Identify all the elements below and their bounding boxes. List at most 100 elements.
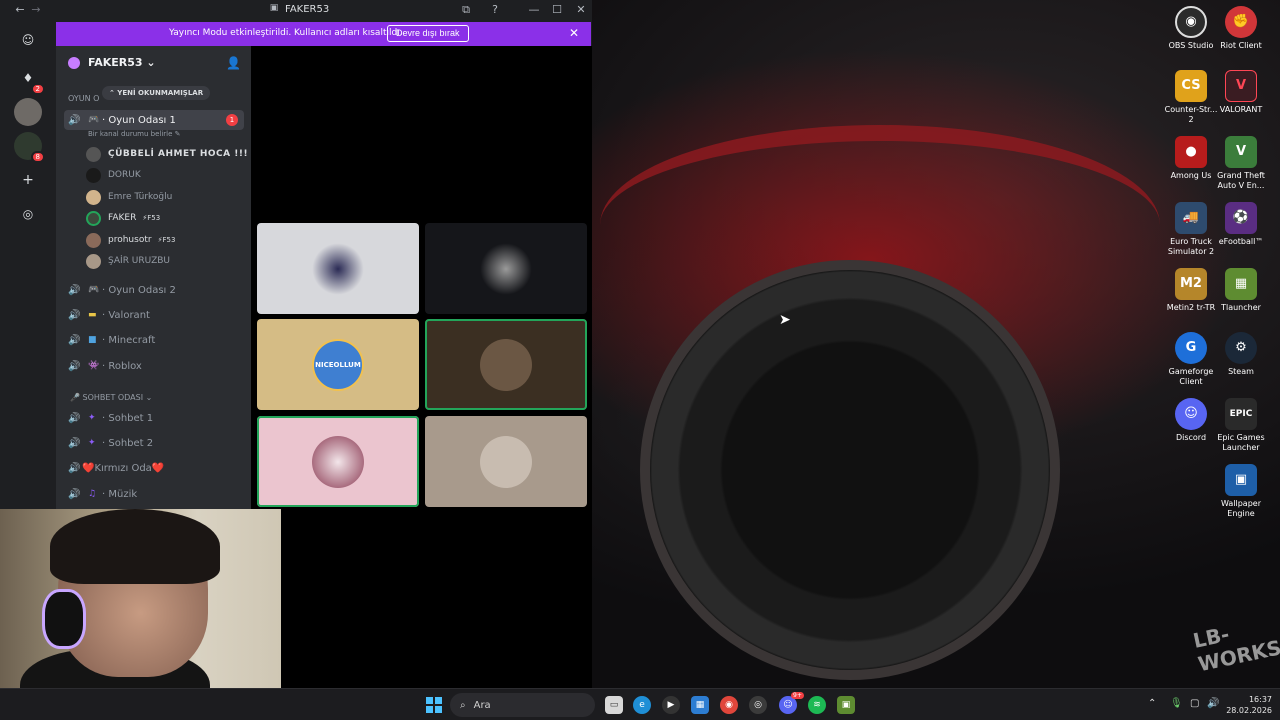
riot-icon: ✊ xyxy=(1225,6,1257,38)
server-icon xyxy=(68,57,80,69)
desktop-icon-wallpaper-engine[interactable]: ▣ Wallpaper Engine xyxy=(1212,464,1270,519)
back-arrow-icon[interactable]: ← xyxy=(12,3,28,16)
channel-roblox[interactable]: 🔊 👾 · Roblox xyxy=(64,356,244,376)
participant-tile[interactable] xyxy=(257,223,419,314)
tray-chevron-icon[interactable]: ⌃ xyxy=(1148,698,1156,709)
epic-icon: EPIC xyxy=(1225,398,1257,430)
search-icon: ⌕ xyxy=(460,699,466,711)
channel-sohbet-1[interactable]: 🔊 ✦ · Sohbet 1 xyxy=(64,408,244,428)
desktop-icon-gta[interactable]: V Grand Theft Auto V En... xyxy=(1212,136,1270,191)
mouse-cursor-icon: ➤ xyxy=(779,312,791,328)
participant-avatar xyxy=(312,435,364,488)
microphone-icon[interactable]: 🎙 xyxy=(1170,698,1183,709)
participant-avatar: NICEOLLUM xyxy=(312,338,364,391)
channel-label: Oyun Odası 1 xyxy=(108,114,176,126)
explore-icon[interactable]: ◎ xyxy=(14,200,42,228)
cube-icon: ■ xyxy=(88,335,97,345)
dm-badge: 2 xyxy=(30,83,45,95)
disable-streamer-mode-button[interactable]: Devre dışı bırak xyxy=(387,25,469,42)
sparkle-icon: ✦ xyxy=(88,413,96,423)
channel-oyun-odasi-2[interactable]: 🔊 🎮 · Oyun Odası 2 xyxy=(64,280,244,300)
desktop-icon-tlauncher[interactable]: ▦ Tlauncher xyxy=(1212,268,1270,313)
discord-home-icon[interactable]: ☺ xyxy=(14,26,42,54)
add-server-icon[interactable]: + xyxy=(14,166,42,194)
game-controller-icon: 🎮 xyxy=(88,115,100,125)
media-player-icon[interactable]: ▶ xyxy=(662,696,680,714)
participant-tile-speaking[interactable] xyxy=(425,319,587,410)
channel-muzik[interactable]: 🔊 ♫ · Müzik xyxy=(64,484,244,504)
taskbar-search[interactable]: ⌕ Ara xyxy=(450,693,595,717)
voice-call-stage: NICEOLLUM xyxy=(251,46,592,509)
speaker-icon: 🔊 xyxy=(68,360,81,372)
channel-valorant[interactable]: 🔊 ▬ · Valorant xyxy=(64,305,244,325)
channel-oyun-odasi-1[interactable]: 🔊 🎮 · Oyun Odası 1 1 xyxy=(64,110,244,130)
category-chat-room[interactable]: 🎤 SOHBET ODASI ⌄ xyxy=(70,393,152,402)
banner-text: Yayıncı Modu etkinleştirildi. Kullanıcı … xyxy=(169,28,403,38)
participant-tile[interactable] xyxy=(425,416,587,507)
channel-badge: 1 xyxy=(226,114,238,126)
tlauncher-icon: ▦ xyxy=(1225,268,1257,300)
speaker-icon: 🔊 xyxy=(68,462,81,474)
channel-status[interactable]: Bir kanal durumu belirle ✎ xyxy=(88,130,181,138)
game-controller-icon: 👾 xyxy=(88,361,100,371)
close-button[interactable]: ✕ xyxy=(573,3,589,16)
wallpaper-engine-icon: ▣ xyxy=(1225,464,1257,496)
server-name[interactable]: FAKER53 ⌄ xyxy=(88,56,156,69)
banner-close-icon[interactable]: ✕ xyxy=(569,26,579,40)
obs-taskbar-icon[interactable]: ◎ xyxy=(749,696,767,714)
window-titlebar: ← → ▣ FAKER53 ⧉ ? — ☐ ✕ xyxy=(0,0,592,22)
task-view-icon[interactable]: ▭ xyxy=(605,696,623,714)
minimize-button[interactable]: — xyxy=(526,3,542,16)
store-icon[interactable]: ▦ xyxy=(691,696,709,714)
start-button[interactable] xyxy=(426,697,442,713)
channel-kirmizi-oda[interactable]: 🔊 ❤️Kırmızı Oda❤️ xyxy=(64,458,244,478)
speaker-icon: 🔊 xyxy=(68,437,81,449)
desktop-icon-riot[interactable]: ✊ Riot Client xyxy=(1212,6,1270,51)
system-clock[interactable]: 16:37 28.02.2026 xyxy=(1226,694,1272,716)
voice-member[interactable]: ŞAİR URUZBU xyxy=(86,253,170,269)
search-label: Ara xyxy=(473,699,491,711)
clock-time: 16:37 xyxy=(1248,695,1272,704)
voice-member[interactable]: ÇÜBBELİ AHMET HOCA !!! xyxy=(86,146,248,162)
voice-member[interactable]: FAKER ⚡F53 xyxy=(86,210,160,226)
windows-taskbar: ⌕ Ara ▭ e ▶ ▦ ◉ ◎ ☺ 9+ ≋ ▣ ⌃ 🎙 ▢ 🔊 16:37… xyxy=(0,688,1280,720)
spotify-icon[interactable]: ≋ xyxy=(808,696,826,714)
category-game-rooms[interactable]: OYUN O xyxy=(68,94,99,103)
screen-share-icon[interactable]: ⧉ xyxy=(458,3,474,17)
channel-sohbet-2[interactable]: 🔊 ✦ · Sohbet 2 xyxy=(64,433,244,453)
new-unreads-pill[interactable]: ⌃ YENİ OKUNMAMIŞLAR xyxy=(102,86,211,100)
edge-icon[interactable]: e xyxy=(633,696,651,714)
direct-messages-icon[interactable]: ♦ 2 xyxy=(14,64,45,95)
participant-tile[interactable] xyxy=(425,223,587,314)
desktop-screen: { "window": { "title": "FAKER53", "contr… xyxy=(0,0,1280,720)
sparkle-icon: ✦ xyxy=(88,438,96,448)
valorant-icon: V xyxy=(1225,70,1257,102)
server-avatar-2[interactable]: 8 xyxy=(14,132,45,163)
clock-date: 28.02.2026 xyxy=(1226,706,1272,715)
flag-icon: ▬ xyxy=(88,310,97,320)
help-icon[interactable]: ? xyxy=(487,3,503,16)
voice-member[interactable]: Emre Türkoğlu xyxy=(86,189,172,205)
server-avatar-1[interactable] xyxy=(14,98,42,126)
stream-background xyxy=(281,509,592,688)
desktop-icon-epic[interactable]: EPIC Epic Games Launcher xyxy=(1212,398,1270,453)
desktop-icon-valorant[interactable]: V VALORANT xyxy=(1212,70,1270,115)
voice-member[interactable]: prohusotr ⚡F53 xyxy=(86,232,175,248)
voice-member[interactable]: DORUK xyxy=(86,167,141,183)
participant-tile[interactable]: NICEOLLUM xyxy=(257,319,419,410)
avatar xyxy=(86,167,101,183)
headset-icon xyxy=(42,589,86,649)
chrome-icon[interactable]: ◉ xyxy=(720,696,738,714)
forward-arrow-icon[interactable]: → xyxy=(28,3,44,16)
invite-people-icon[interactable]: 👤 xyxy=(226,56,241,70)
maximize-button[interactable]: ☐ xyxy=(549,3,565,16)
participant-tile-speaking[interactable] xyxy=(257,416,419,507)
steam-icon: ⚙ xyxy=(1225,332,1257,364)
network-icon[interactable]: ▢ xyxy=(1190,698,1199,709)
desktop-icon-steam[interactable]: ⚙ Steam xyxy=(1212,332,1270,377)
minecraft-launcher-icon[interactable]: ▣ xyxy=(837,696,855,714)
avatar xyxy=(86,146,101,162)
volume-icon[interactable]: 🔊 xyxy=(1207,698,1219,709)
channel-minecraft[interactable]: 🔊 ■ · Minecraft xyxy=(64,330,244,350)
desktop-icon-efootball[interactable]: ⚽ eFootball™ xyxy=(1212,202,1270,247)
